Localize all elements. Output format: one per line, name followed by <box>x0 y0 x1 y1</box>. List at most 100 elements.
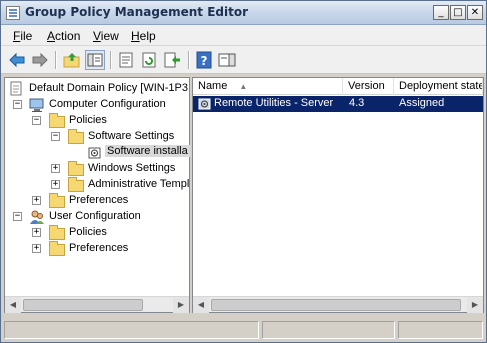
column-header-deployment-state[interactable]: Deployment state <box>394 78 483 95</box>
tree-label: Software installa <box>105 145 190 157</box>
cell-deployment-state: Assigned <box>399 97 445 109</box>
scroll-left-arrow[interactable]: ◀ <box>193 297 209 313</box>
show-hide-action-pane-icon[interactable] <box>217 50 237 70</box>
scroll-thumb[interactable] <box>23 299 143 311</box>
menu-action[interactable]: Action <box>47 29 80 43</box>
scroll-right-arrow[interactable]: ▶ <box>173 297 189 313</box>
menu-help-label: elp <box>139 29 156 43</box>
toolbar-separator <box>188 51 189 69</box>
menu-file[interactable]: File <box>13 29 32 43</box>
scroll-thumb[interactable] <box>211 299 461 311</box>
tree-label: Computer Configuration <box>49 98 166 110</box>
tree-label: Administrative Templ <box>88 178 189 190</box>
collapse-icon[interactable]: − <box>13 212 22 221</box>
back-arrow-icon[interactable] <box>7 50 27 70</box>
column-header-version[interactable]: Version <box>343 78 394 95</box>
status-panel <box>398 321 483 339</box>
tree-item-user-configuration[interactable]: − User Configuration <box>5 209 189 225</box>
tree-item-preferences[interactable]: + Preferences <box>5 193 189 209</box>
up-folder-icon[interactable] <box>62 50 82 70</box>
tree-label: Default Domain Policy [WIN-1P3 <box>29 82 188 94</box>
menu-help[interactable]: Help <box>131 29 156 43</box>
gpo-editor-icon <box>6 6 20 20</box>
column-title: Name <box>198 80 228 92</box>
list-header: Name ▲ Version Deployment state <box>193 78 483 95</box>
status-panel <box>262 321 395 339</box>
show-hide-tree-icon[interactable] <box>85 50 105 70</box>
folder-icon <box>68 177 84 192</box>
expand-icon[interactable]: + <box>32 228 41 237</box>
menu-view-accel: V <box>93 29 101 43</box>
folder-icon <box>49 113 65 128</box>
tree-label: Policies <box>69 114 107 126</box>
menu-view[interactable]: View <box>93 29 119 43</box>
tree-label: Preferences <box>69 194 129 206</box>
column-header-name[interactable]: Name ▲ <box>193 78 343 95</box>
tree-label: Software Settings <box>88 130 175 142</box>
cell-version: 4.3 <box>349 97 365 109</box>
list-pane[interactable]: Name ▲ Version Deployment state Remote Ut… <box>192 77 484 313</box>
toolbar-separator <box>110 51 111 69</box>
software-package-icon <box>198 98 211 110</box>
maximize-button[interactable]: □ <box>450 5 466 20</box>
tree-item-administrative-templates[interactable]: + Administrative Templ <box>5 177 189 193</box>
folder-icon <box>49 241 65 256</box>
minimize-button[interactable]: _ <box>433 5 449 20</box>
column-title: Deployment state <box>399 80 483 92</box>
tree-item-computer-configuration[interactable]: − Computer Configuration <box>5 97 189 113</box>
export-list-icon[interactable] <box>162 50 182 70</box>
computer-icon <box>29 98 44 112</box>
folder-icon <box>49 225 65 240</box>
scroll-right-arrow[interactable]: ▶ <box>467 297 483 313</box>
close-button[interactable]: ✕ <box>467 5 483 20</box>
refresh-icon[interactable] <box>139 50 159 70</box>
expand-icon[interactable]: + <box>51 164 60 173</box>
tree-item-windows-settings[interactable]: + Windows Settings <box>5 161 189 177</box>
folder-icon <box>68 129 84 144</box>
sort-ascending-icon: ▲ <box>239 82 248 91</box>
tree-pane[interactable]: Default Domain Policy [WIN-1P3 − Compute… <box>4 77 190 313</box>
title-bar[interactable]: Group Policy Management Editor _ □ ✕ <box>1 1 486 25</box>
tree-label: Preferences <box>69 242 129 254</box>
forward-arrow-icon[interactable] <box>30 50 50 70</box>
expand-icon[interactable]: + <box>51 180 60 189</box>
status-panel <box>4 321 259 339</box>
expand-icon[interactable]: + <box>32 244 41 253</box>
cell-name: Remote Utilities - Server <box>214 97 334 109</box>
folder-icon <box>68 161 84 176</box>
expand-icon[interactable]: + <box>32 196 41 205</box>
column-title: Version <box>348 80 385 92</box>
app-window: Group Policy Management Editor _ □ ✕ Fil… <box>0 0 487 343</box>
tree-item-user-preferences[interactable]: + Preferences <box>5 241 189 257</box>
toolbar-separator <box>55 51 56 69</box>
menu-file-label: ile <box>20 29 33 43</box>
policy-scroll-icon <box>10 81 22 96</box>
collapse-icon[interactable]: − <box>13 100 22 109</box>
window-title: Group Policy Management Editor <box>25 5 249 19</box>
tree-item-software-settings[interactable]: − Software Settings <box>5 129 189 145</box>
folder-icon <box>49 193 65 208</box>
properties-icon[interactable] <box>116 50 136 70</box>
status-bar <box>1 317 486 342</box>
users-icon <box>30 210 44 224</box>
tree-label: Windows Settings <box>88 162 176 174</box>
menu-help-accel: H <box>131 29 140 43</box>
menu-view-label: iew <box>100 29 119 43</box>
tree-horizontal-scrollbar[interactable]: ◀ ▶ <box>5 296 189 313</box>
scroll-left-arrow[interactable]: ◀ <box>5 297 21 313</box>
help-icon[interactable]: ? <box>194 50 214 70</box>
svg-text:?: ? <box>201 54 208 68</box>
list-item[interactable]: Remote Utilities - Server 4.3 Assigned <box>193 96 483 112</box>
tree-item-software-installation[interactable]: Software installa <box>87 144 190 161</box>
collapse-icon[interactable]: − <box>32 116 41 125</box>
menu-action-accel: A <box>47 29 56 43</box>
tree-item-policies[interactable]: − Policies <box>5 113 189 129</box>
collapse-icon[interactable]: − <box>51 132 60 141</box>
menu-bar: File Action View Help <box>1 25 486 46</box>
tree-item-user-policies[interactable]: + Policies <box>5 225 189 241</box>
tree-label: User Configuration <box>49 210 141 222</box>
software-installation-icon <box>88 147 101 159</box>
toolbar: ? <box>1 46 486 74</box>
menu-action-label: ction <box>55 29 81 43</box>
list-horizontal-scrollbar[interactable]: ◀ ▶ <box>193 296 483 313</box>
